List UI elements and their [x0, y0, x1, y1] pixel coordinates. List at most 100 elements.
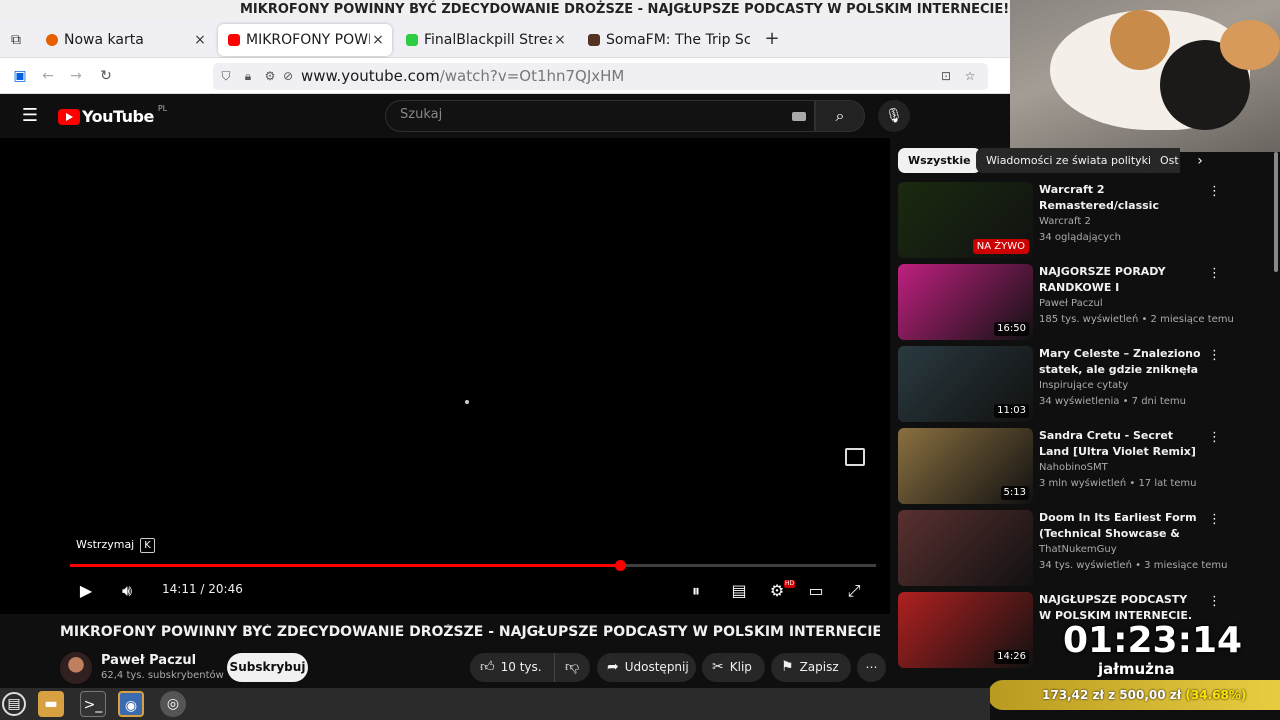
youtube-logo[interactable]: YouTube PL — [58, 104, 168, 126]
channel-avatar[interactable] — [60, 652, 92, 684]
recommendation-title[interactable]: Warcraft 2 Remastered/classic 10.4.2026 — [1039, 182, 1201, 214]
search-button[interactable]: ⌕ — [815, 100, 865, 132]
recommendation-item[interactable]: NA ŻYWO Warcraft 2 Remastered/classic 10.… — [898, 182, 1228, 258]
subtitles-icon[interactable]: ▤ — [726, 578, 752, 604]
nav-bar: ▣ ← → ↻ ⛉ 🔒︎ ⚙ ⊘ www.youtube.com/watch?v… — [0, 58, 1010, 94]
recommendation-meta: 185 tys. wyświetleń • 2 miesiące temu — [1039, 314, 1234, 325]
more-options-icon[interactable]: ⋮ — [1208, 348, 1221, 363]
like-button[interactable]: 👍︎ 10 tys. — [470, 653, 554, 682]
close-icon[interactable]: × — [192, 32, 208, 48]
video-thumbnail[interactable] — [898, 510, 1033, 586]
save-label: Zapisz — [799, 660, 839, 674]
share-icon: ➦ — [607, 659, 619, 675]
time-separator: / — [196, 582, 209, 596]
keyboard-icon[interactable] — [792, 112, 806, 121]
subscribe-button[interactable]: Subskrybuj — [227, 653, 308, 682]
shield-icon[interactable]: ⛉ — [217, 67, 235, 85]
clip-label: Klip — [729, 660, 752, 674]
search-input[interactable]: Szukaj — [385, 100, 815, 132]
recommendation-channel[interactable]: Warcraft 2 — [1039, 216, 1091, 227]
forward-icon[interactable]: → — [66, 66, 86, 86]
video-player[interactable]: Wstrzymaj K ▶ 🔊︎ 14:11 / 20:46 ⏸ ▤ ⚙ HD ▭… — [0, 138, 890, 614]
recommendation-item[interactable]: 11:03 Mary Celeste – Znaleziono statek, a… — [898, 346, 1228, 422]
youtube-masthead: ☰ YouTube PL Szukaj ⌕ 🎙︎ — [0, 94, 1010, 138]
live-badge: NA ŻYWO — [972, 239, 1029, 254]
cat-image — [1050, 10, 1280, 130]
region-label: PL — [157, 104, 168, 113]
channel-name[interactable]: Paweł Paczul — [101, 653, 196, 668]
more-icon: ⋯ — [865, 660, 878, 674]
fullscreen-icon[interactable]: ⤢ — [841, 578, 867, 604]
recommendation-item[interactable]: 5:13 Sandra Cretu - Secret Land [Ultra Vi… — [898, 428, 1228, 504]
chip-all[interactable]: Wszystkie — [898, 148, 981, 173]
search-icon: ⌕ — [835, 106, 845, 125]
tab-somafm[interactable]: SomaFM: The Trip Sc — [578, 24, 750, 56]
permissions-icon[interactable]: ⚙ — [261, 67, 279, 85]
recommendation-channel[interactable]: Inspirujące cytaty — [1039, 380, 1128, 391]
more-options-icon[interactable]: ⋮ — [1208, 512, 1221, 527]
tab-list-icon[interactable]: ⧉ — [6, 30, 26, 50]
scrollbar[interactable] — [1274, 152, 1278, 272]
hd-badge: HD — [784, 580, 796, 588]
recommendation-item[interactable]: 16:50 NAJGORSZE PORADY RANDKOWE I NAJDZIW… — [898, 264, 1234, 340]
tab-youtube[interactable]: MIKROFONY POWIN × — [218, 24, 392, 56]
donation-goal-bar: 173,42 zł z 500,00 zł (34.68%) — [988, 680, 1280, 710]
mute-icon[interactable]: ⊘ — [279, 67, 297, 85]
hamburger-menu-icon[interactable]: ☰ — [20, 106, 40, 126]
dislike-button[interactable]: 👎︎ — [554, 653, 590, 682]
obs-icon[interactable]: ◎ — [160, 691, 186, 717]
clip-button[interactable]: ✂ Klip — [702, 653, 765, 682]
tab-kick[interactable]: FinalBlackpill Stream × — [396, 24, 574, 56]
autoplay-toggle-icon[interactable]: ⏸ — [683, 578, 709, 604]
recommendation-title[interactable]: Doom In Its Earliest Form (Technical Sho… — [1039, 510, 1201, 542]
goal-amount: 173,42 zł — [1042, 688, 1104, 702]
more-options-icon[interactable]: ⋮ — [1208, 594, 1221, 609]
more-options-icon[interactable]: ⋮ — [1208, 430, 1221, 445]
lock-icon[interactable]: 🔒︎ — [239, 67, 257, 85]
url-bar[interactable]: ⛉ 🔒︎ ⚙ ⊘ www.youtube.com/watch?v=Ot1hn7Q… — [213, 63, 988, 90]
translate-icon[interactable]: ⊡ — [937, 67, 955, 85]
share-button[interactable]: ➦ Udostępnij — [597, 653, 696, 682]
more-options-icon[interactable]: ⋮ — [1208, 266, 1221, 281]
recommendation-channel[interactable]: NahobinoSMT — [1039, 462, 1108, 473]
video-thumbnail[interactable]: NA ŻYWO — [898, 182, 1033, 258]
firefox-taskbar-icon[interactable]: ◉ — [118, 691, 144, 717]
webcam-overlay — [1010, 0, 1280, 152]
recommendation-channel[interactable]: Paweł Paczul — [1039, 298, 1103, 309]
recommendation-title[interactable]: Mary Celeste – Znaleziono statek, ale gd… — [1039, 346, 1201, 378]
more-options-icon[interactable]: ⋮ — [1208, 184, 1221, 199]
video-thumbnail[interactable]: 5:13 — [898, 428, 1033, 504]
close-icon[interactable]: × — [370, 32, 386, 48]
recommendation-channel[interactable]: ThatNukemGuy — [1039, 544, 1117, 555]
play-button[interactable]: ▶ — [73, 578, 99, 604]
save-button[interactable]: ⚑ Zapisz — [771, 653, 851, 682]
miniplayer-icon[interactable] — [845, 448, 865, 466]
progress-scrubber[interactable] — [615, 560, 627, 571]
recommendation-title[interactable]: Sandra Cretu - Secret Land [Ultra Violet… — [1039, 428, 1201, 460]
chip-politics[interactable]: Wiadomości ze świata polityki — [976, 148, 1162, 173]
reload-icon[interactable]: ↻ — [96, 66, 116, 86]
chevron-right-icon[interactable]: › — [1190, 151, 1210, 171]
sidebar-icon[interactable]: ▣ — [10, 66, 30, 86]
more-actions-button[interactable]: ⋯ — [857, 653, 886, 682]
file-manager-icon[interactable]: ▬ — [38, 691, 64, 717]
chip-recent[interactable]: Ost — [1150, 148, 1180, 173]
back-icon[interactable]: ← — [38, 66, 58, 86]
recommendation-item[interactable]: Doom In Its Earliest Form (Technical Sho… — [898, 510, 1228, 586]
volume-icon[interactable]: 🔊︎ — [114, 578, 140, 604]
video-thumbnail[interactable]: 11:03 — [898, 346, 1033, 422]
progress-bar[interactable] — [70, 560, 876, 571]
tab-new[interactable]: Nowa karta × — [36, 24, 214, 56]
voice-search-button[interactable]: 🎙︎ — [878, 100, 910, 132]
close-icon[interactable]: × — [552, 32, 568, 48]
theater-mode-icon[interactable]: ▭ — [803, 578, 829, 604]
video-thumbnail[interactable]: 14:26 — [898, 592, 1033, 668]
screen: MIKROFONY POWINNY BYĆ ZDECYDOWANIE DROŻS… — [0, 0, 1280, 720]
video-thumbnail[interactable]: 16:50 — [898, 264, 1033, 340]
video-title: MIKROFONY POWINNY BYĆ ZDECYDOWANIE DROŻS… — [60, 624, 880, 640]
recommendation-title[interactable]: NAJGORSZE PORADY RANDKOWE I NAJDZIWNIEJS… — [1039, 264, 1201, 296]
new-tab-button[interactable]: + — [762, 28, 782, 50]
start-menu-icon[interactable]: ▤ — [2, 692, 26, 716]
bookmark-star-icon[interactable]: ☆ — [961, 67, 979, 85]
terminal-icon[interactable]: >_ — [80, 691, 106, 717]
